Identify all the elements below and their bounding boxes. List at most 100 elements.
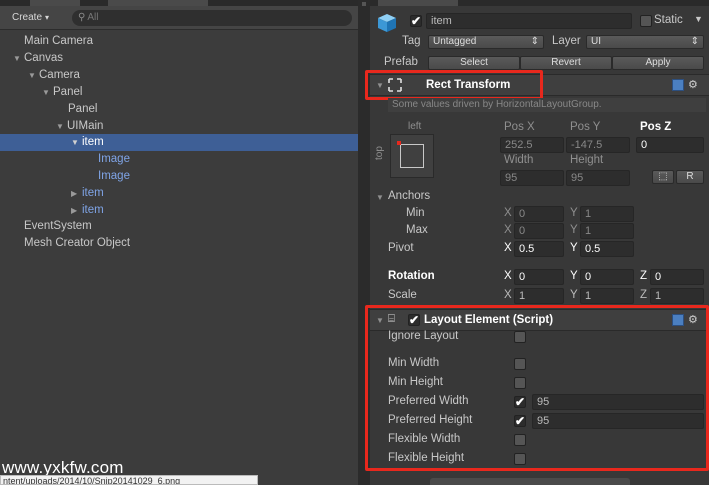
rotation-z-field[interactable]: 0 <box>650 269 704 285</box>
create-label: Create <box>12 12 43 23</box>
dropdown-arrow-icon: ⇕ <box>690 36 699 47</box>
add-component-button[interactable] <box>430 478 630 485</box>
static-checkbox[interactable] <box>640 15 652 27</box>
blueprint-mode-button[interactable]: ⬚ <box>652 170 674 184</box>
hierarchy-search-input[interactable]: ⚲ All <box>72 10 352 26</box>
pos-z-label: Pos Z <box>640 121 672 133</box>
create-dropdown[interactable]: Create ▾ <box>6 10 55 26</box>
tree-item-image[interactable]: Image <box>0 168 358 185</box>
object-name-field[interactable]: item <box>426 13 632 29</box>
tag-dropdown[interactable]: Untagged ⇕ <box>428 35 544 49</box>
collapsed-arrow-icon[interactable]: ▶ <box>71 185 82 202</box>
anchor-max-label: Max <box>406 224 428 236</box>
rotation-x-field[interactable]: 0 <box>514 269 564 285</box>
width-field[interactable]: 95 <box>500 170 564 186</box>
layer-value: UI <box>591 36 601 47</box>
hierarchy-panel: Create ▾ ⚲ All Main Camera ▼ Canvas ▼ Camera… <box>0 0 358 485</box>
axis-x-label: X <box>504 224 512 236</box>
tree-item-uimain[interactable]: ▼ UIMain <box>0 118 358 135</box>
pos-x-field[interactable]: 252.5 <box>500 137 564 153</box>
tree-item-label: Camera <box>39 69 80 81</box>
expanded-arrow-icon[interactable]: ▼ <box>28 67 39 84</box>
scale-label: Scale <box>388 289 417 301</box>
anchor-point-icon <box>397 141 401 145</box>
pos-y-label: Pos Y <box>570 121 601 133</box>
tree-item-item-selected[interactable]: ▼ item <box>0 134 358 151</box>
scale-z-field[interactable]: 1 <box>650 288 704 304</box>
rotation-y-field[interactable]: 0 <box>580 269 634 285</box>
anchor-min-x-field[interactable]: 0 <box>514 206 564 222</box>
tree-item-item[interactable]: ▶ item <box>0 202 358 219</box>
expanded-arrow-icon[interactable]: ▼ <box>71 134 82 151</box>
anchor-max-x-field[interactable]: 0 <box>514 223 564 239</box>
active-checkbox[interactable]: ✔ <box>410 15 422 27</box>
layer-label: Layer <box>552 35 581 47</box>
pivot-y-field[interactable]: 0.5 <box>580 241 634 257</box>
tree-item-label: Image <box>98 153 130 165</box>
prefab-select-button[interactable]: Select <box>428 56 520 70</box>
raw-edit-button[interactable]: R <box>676 170 704 184</box>
axis-x-label: X <box>504 270 512 282</box>
inspector-panel: ✔ item Static ▼ Tag Untagged ⇕ Layer UI … <box>365 0 709 485</box>
anchor-preset-h-label: left <box>408 121 422 132</box>
anchors-label: Anchors <box>388 190 431 202</box>
scale-x-field[interactable]: 1 <box>514 288 564 304</box>
pivot-label: Pivot <box>388 242 414 254</box>
tree-item-label: EventSystem <box>24 220 92 232</box>
tree-item-canvas[interactable]: ▼ Canvas <box>0 50 358 67</box>
static-dropdown-arrow-icon[interactable]: ▼ <box>694 14 703 24</box>
expanded-arrow-icon[interactable]: ▼ <box>42 84 53 101</box>
layout-element-highlight <box>365 305 709 471</box>
tree-item-camera[interactable]: ▼ Camera <box>0 67 358 84</box>
height-field[interactable]: 95 <box>566 170 630 186</box>
driven-values-note: Some values driven by HorizontalLayoutGr… <box>388 98 706 112</box>
axis-x-label: X <box>504 289 512 301</box>
anchors-foldout-arrow-icon[interactable]: ▼ <box>376 193 384 202</box>
tree-item-label: Panel <box>53 86 83 98</box>
anchor-min-label: Min <box>406 207 425 219</box>
axis-y-label: Y <box>570 207 578 219</box>
tree-item-main-camera[interactable]: Main Camera <box>0 33 358 50</box>
expanded-arrow-icon[interactable]: ▼ <box>56 118 67 135</box>
prefab-revert-button[interactable]: Revert <box>520 56 612 70</box>
pos-z-field[interactable]: 0 <box>636 137 704 153</box>
tree-item-image[interactable]: Image <box>0 151 358 168</box>
height-label: Height <box>570 154 604 166</box>
tree-item-label: Mesh Creator Object <box>24 237 131 249</box>
expanded-arrow-icon[interactable]: ▼ <box>13 50 24 67</box>
pos-x-label: Pos X <box>504 121 535 133</box>
width-label: Width <box>504 154 534 166</box>
tree-item-eventsystem[interactable]: EventSystem <box>0 218 358 235</box>
tree-item-label: item <box>82 136 104 148</box>
resize-grip-icon <box>362 2 366 6</box>
dropdown-arrow-icon: ⇕ <box>530 36 539 47</box>
tab-inspector[interactable] <box>378 0 458 6</box>
tree-item-item[interactable]: ▶ item <box>0 185 358 202</box>
pos-y-field[interactable]: -147.5 <box>566 137 630 153</box>
help-book-icon[interactable] <box>672 79 684 91</box>
tree-item-panel-child[interactable]: Panel <box>0 101 358 118</box>
dropdown-arrow-icon: ▾ <box>45 13 50 22</box>
tree-item-label: UIMain <box>67 120 104 132</box>
tree-item-label: Panel <box>68 103 98 115</box>
gameobject-cube-icon <box>378 14 396 32</box>
tree-item-mesh-creator[interactable]: Mesh Creator Object <box>0 235 358 252</box>
anchor-preset-button[interactable] <box>390 134 434 178</box>
layer-dropdown[interactable]: UI ⇕ <box>586 35 704 49</box>
scale-y-field[interactable]: 1 <box>580 288 634 304</box>
tree-item-panel[interactable]: ▼ Panel <box>0 84 358 101</box>
hierarchy-toolbar: Create ▾ ⚲ All <box>0 6 358 30</box>
prefab-label: Prefab <box>384 56 418 68</box>
gear-icon[interactable]: ⚙ <box>688 78 698 91</box>
anchor-min-y-field[interactable]: 1 <box>580 206 634 222</box>
axis-x-label: X <box>504 207 512 219</box>
blueprint-icon: ⬚ <box>658 171 668 182</box>
search-icon: ⚲ <box>78 12 86 23</box>
axis-y-label: Y <box>570 242 578 254</box>
inspector-tab-strip <box>370 0 709 6</box>
prefab-apply-button[interactable]: Apply <box>612 56 704 70</box>
pivot-x-field[interactable]: 0.5 <box>514 241 564 257</box>
anchor-max-y-field[interactable]: 1 <box>580 223 634 239</box>
axis-y-label: Y <box>570 270 578 282</box>
collapsed-arrow-icon[interactable]: ▶ <box>71 202 82 219</box>
